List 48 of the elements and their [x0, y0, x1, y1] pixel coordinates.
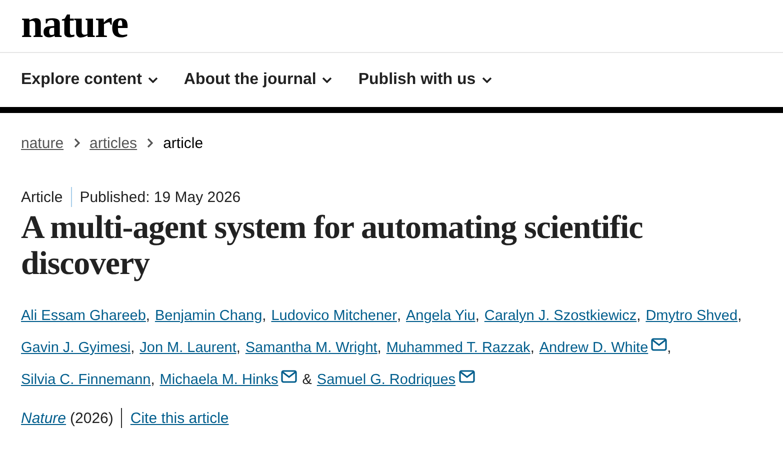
- author-separator: ,: [377, 339, 382, 358]
- email-icon[interactable]: [458, 370, 475, 382]
- journal-logo[interactable]: nature: [21, 4, 128, 44]
- chevron-right-icon: [147, 138, 154, 148]
- author-separator: ,: [236, 339, 240, 358]
- author-link[interactable]: Benjamin Chang: [154, 300, 262, 332]
- author-link[interactable]: Gavin J. Gyimesi: [21, 332, 131, 364]
- chevron-right-icon: [74, 138, 80, 148]
- author-link[interactable]: Muhammed T. Razzak: [386, 332, 530, 364]
- author-link[interactable]: Ludovico Mitchener: [271, 300, 397, 332]
- author-separator: ,: [262, 307, 266, 326]
- nav-menu-button[interactable]: Publish with us: [358, 71, 492, 89]
- author-link[interactable]: Michaela M. Hinks: [160, 364, 278, 396]
- breadcrumb-link[interactable]: nature: [21, 134, 64, 152]
- author-separator: ,: [636, 307, 641, 326]
- author-separator: ,: [150, 371, 155, 390]
- author-link[interactable]: Ali Essam Ghareeb: [21, 300, 146, 332]
- chevron-down-icon: [148, 77, 158, 83]
- email-icon[interactable]: [651, 338, 668, 350]
- publish-date: Published: 19 May 2026: [80, 188, 241, 206]
- author-separator: ,: [396, 307, 401, 326]
- chevron-down-icon: [482, 77, 492, 83]
- email-icon[interactable]: [281, 370, 298, 382]
- author-separator: ,: [667, 339, 672, 358]
- author-separator: &: [302, 371, 312, 390]
- author-link[interactable]: Samuel G. Rodriques: [316, 364, 456, 396]
- article-type: Article: [21, 188, 63, 206]
- publication-year: (2026): [70, 410, 114, 426]
- author-link[interactable]: Andrew D. White: [539, 332, 648, 364]
- journal-link[interactable]: Nature: [21, 410, 66, 426]
- cite-link[interactable]: Cite this article: [130, 410, 229, 426]
- author-separator: ,: [530, 339, 534, 358]
- chevron-down-icon: [322, 77, 332, 83]
- breadcrumb-current: article: [163, 134, 204, 152]
- author-separator: ,: [130, 339, 135, 358]
- author-separator: ,: [475, 307, 480, 326]
- author-link[interactable]: Caralyn J. Szostkiewicz: [484, 300, 637, 332]
- author-separator: ,: [738, 307, 742, 326]
- nav-menu-button[interactable]: About the journal: [184, 71, 332, 89]
- author-link[interactable]: Jon M. Laurent: [140, 332, 236, 364]
- breadcrumb-link[interactable]: articles: [90, 134, 138, 152]
- nav-menu-button[interactable]: Explore content: [21, 71, 158, 89]
- author-link[interactable]: Angela Yiu: [406, 300, 476, 332]
- article-title: A multi-agent system for automating scientific discovery: [21, 210, 644, 282]
- author-link[interactable]: Samantha M. Wright: [245, 332, 378, 364]
- author-link[interactable]: Dmytro Shved: [646, 300, 738, 332]
- author-separator: ,: [146, 307, 150, 326]
- author-link[interactable]: Silvia C. Finnemann: [21, 364, 151, 396]
